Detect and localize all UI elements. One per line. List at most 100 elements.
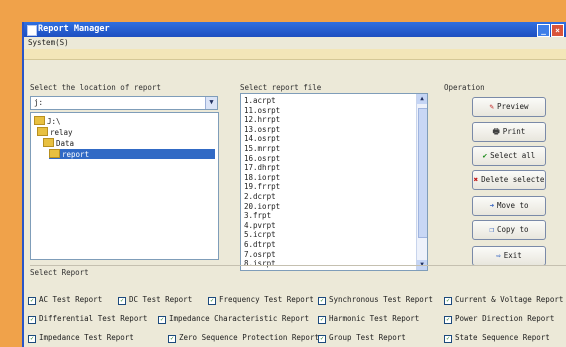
checkbox-checked-icon[interactable]: ✓ (28, 316, 36, 324)
file-item[interactable]: 16.osrpt (244, 154, 280, 163)
checkbox-label: Zero Sequence Protection Report (179, 333, 319, 342)
tree-node-relay[interactable]: relay (37, 127, 73, 137)
file-item[interactable]: 14.osrpt (244, 134, 280, 143)
scroll-up-icon[interactable]: ▲ (417, 94, 427, 104)
app-icon (27, 25, 37, 36)
file-item[interactable]: 1.acrpt (244, 96, 276, 105)
checkbox-label: Group Test Report (329, 333, 406, 342)
exit-icon: ⇨ (496, 251, 501, 260)
checkbox-label: Harmonic Test Report (329, 314, 420, 323)
folder-icon (34, 116, 45, 125)
file-item[interactable]: 12.hrrpt (244, 115, 280, 124)
move-to-button[interactable]: ➜ Move to (472, 196, 546, 216)
file-item[interactable]: 19.frrpt (244, 182, 280, 191)
checkbox-checked-icon[interactable]: ✓ (28, 297, 36, 305)
report-checkbox[interactable]: ✓ State Sequence Report (444, 333, 550, 343)
report-checkbox[interactable]: ✓ DC Test Report (118, 295, 192, 305)
file-item[interactable]: 18.iorpt (244, 173, 280, 182)
checkbox-checked-icon[interactable]: ✓ (318, 335, 326, 343)
report-checkbox[interactable]: ✓ Differential Test Report (28, 314, 147, 324)
files-title: Select report file (240, 83, 322, 92)
checkbox-label: Synchronous Test Report (329, 295, 433, 304)
report-checkbox[interactable]: ✓ Harmonic Test Report (318, 314, 419, 324)
preview-icon: ✎ (489, 102, 494, 111)
file-item[interactable]: 17.dhrpt (244, 163, 280, 172)
title-bar: Report Manager _ × (24, 22, 566, 37)
checkbox-label: Current & Voltage Report (455, 295, 564, 304)
copy-to-button[interactable]: ❐ Copy to (472, 220, 546, 240)
button-label: Exit (503, 251, 522, 260)
checkbox-checked-icon[interactable]: ✓ (158, 316, 166, 324)
report-checkbox[interactable]: ✓ Zero Sequence Protection Report (168, 333, 319, 343)
button-label: Copy to (496, 225, 529, 234)
button-label: Move to (496, 201, 529, 210)
button-label: Select all (490, 151, 536, 160)
file-item[interactable]: 7.osrpt (244, 250, 276, 259)
button-label: Print (502, 127, 526, 136)
report-checkbox[interactable]: ✓ Current & Voltage Report (444, 295, 563, 305)
folder-icon (49, 149, 60, 158)
checkbox-checked-icon[interactable]: ✓ (28, 335, 36, 343)
tree-node-root[interactable]: J:\ (34, 116, 61, 126)
checkbox-checked-icon[interactable]: ✓ (118, 297, 126, 305)
checkbox-label: Impedance Test Report (39, 333, 134, 342)
report-checkbox[interactable]: ✓ Frequency Test Report (208, 295, 314, 305)
scroll-thumb[interactable] (418, 108, 427, 238)
close-icon[interactable]: × (551, 24, 564, 37)
scrollbar[interactable]: ▲ ▼ (416, 94, 427, 270)
file-item[interactable]: 20.iorpt (244, 202, 280, 211)
report-checkbox[interactable]: ✓ Impedance Test Report (28, 333, 134, 343)
menu-bar: System(S) (24, 37, 566, 49)
checkbox-checked-icon[interactable]: ✓ (318, 297, 326, 305)
select-all-button[interactable]: ✔ Select all (472, 146, 546, 166)
window-title: Report Manager (38, 24, 110, 34)
report-checkbox[interactable]: ✓ Group Test Report (318, 333, 406, 343)
checkbox-checked-icon[interactable]: ✓ (444, 316, 452, 324)
report-checkbox[interactable]: ✓ AC Test Report (28, 295, 102, 305)
checkbox-checked-icon[interactable]: ✓ (318, 316, 326, 324)
checkbox-label: Differential Test Report (39, 314, 148, 323)
exit-button[interactable]: ⇨ Exit (472, 246, 546, 266)
report-checkbox[interactable]: ✓ Impedance Characteristic Report (158, 314, 309, 324)
file-item[interactable]: 4.pvrpt (244, 221, 276, 230)
print-button[interactable]: 🖶 Print (472, 122, 546, 142)
file-item[interactable]: 3.frpt (244, 211, 271, 220)
chevron-down-icon[interactable]: ▼ (205, 97, 217, 109)
delete-selecte-button[interactable]: ✖ Delete selecte (472, 170, 546, 190)
folder-tree: J:\ relay Data report (30, 112, 219, 260)
checkbox-checked-icon[interactable]: ✓ (444, 297, 452, 305)
checkbox-label: Impedance Characteristic Report (169, 314, 309, 323)
checkbox-label: AC Test Report (39, 295, 103, 304)
select-report-title: Select Report (30, 268, 89, 277)
checkbox-label: Power Direction Report (455, 314, 555, 323)
move-icon: ➜ (489, 201, 494, 210)
file-item[interactable]: 15.mrrpt (244, 144, 280, 153)
checkbox-checked-icon[interactable]: ✓ (168, 335, 176, 343)
checkmark-icon: ✔ (482, 151, 488, 160)
preview-button[interactable]: ✎ Preview (472, 97, 546, 117)
copy-icon: ❐ (489, 225, 494, 234)
checkbox-label: State Sequence Report (455, 333, 550, 342)
button-label: Preview (496, 102, 529, 111)
minimize-icon[interactable]: _ (537, 24, 550, 37)
file-item[interactable]: 6.dtrpt (244, 240, 276, 249)
report-file-list[interactable]: 1.acrpt 11.osrpt 12.hrrpt 13.osrpt 14.osrpt 1… (240, 93, 428, 271)
tree-node-data[interactable]: Data (43, 138, 74, 148)
checkbox-checked-icon[interactable]: ✓ (208, 297, 216, 305)
checkbox-checked-icon[interactable]: ✓ (444, 335, 452, 343)
file-item[interactable]: 8.isrpt (244, 259, 276, 268)
drive-combo[interactable]: j: ▼ (30, 96, 218, 110)
printer-icon: 🖶 (492, 127, 500, 136)
file-item[interactable]: 2.dcrpt (244, 192, 276, 201)
menu-system[interactable]: System(S) (28, 38, 69, 47)
file-item[interactable]: 11.osrpt (244, 106, 280, 115)
tree-node-report[interactable]: report (49, 149, 215, 159)
report-checkbox[interactable]: ✓ Power Direction Report (444, 314, 554, 324)
location-title: Select the location of report (30, 83, 161, 92)
report-checkbox[interactable]: ✓ Synchronous Test Report (318, 295, 433, 305)
file-item[interactable]: 13.osrpt (244, 125, 280, 134)
folder-icon (37, 127, 48, 136)
operation-title: Operation (444, 83, 485, 92)
file-item[interactable]: 5.icrpt (244, 230, 276, 239)
drive-value: j: (34, 98, 44, 107)
